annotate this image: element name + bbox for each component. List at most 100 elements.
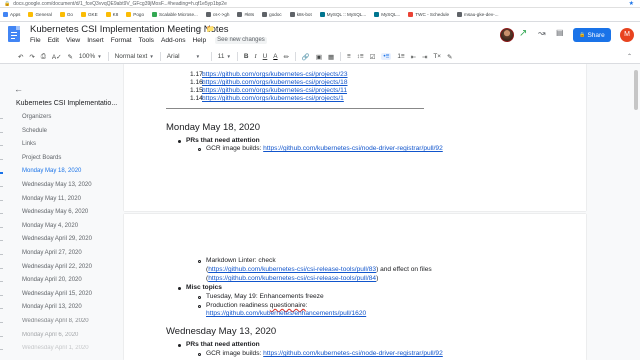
address-bar[interactable]: 🔒 docs.google.com/document/d/1_fceQ3vvqQE…: [0, 0, 640, 8]
docs-logo-icon[interactable]: [8, 26, 20, 42]
outline-item[interactable]: Wednesday May 6, 2020: [22, 209, 88, 215]
prs-label[interactable]: PRs that need attention: [186, 137, 260, 144]
edit-mode-icon[interactable]: ✎: [447, 53, 452, 61]
menu-insert[interactable]: Insert: [87, 37, 104, 44]
clear-formatting-icon[interactable]: T×: [433, 53, 441, 60]
bookmark-star-icon[interactable]: ★: [629, 0, 634, 7]
outline-item[interactable]: Monday May 11, 2020: [22, 196, 81, 202]
print-icon[interactable]: ⎙: [41, 53, 46, 61]
style-select[interactable]: Normal text ▼: [115, 53, 154, 60]
project-link[interactable]: https://github.com/orgs/kubernetes-csi/p…: [202, 87, 347, 94]
star-icon[interactable]: ☆: [196, 25, 202, 33]
linter-links-line-2[interactable]: (https://github.com/kubernetes-csi/csi-r…: [206, 275, 378, 282]
menu-tools[interactable]: Tools: [139, 37, 154, 44]
prs-label[interactable]: PRs that need attention: [186, 341, 260, 348]
outline-item[interactable]: Wednesday April 15, 2020: [22, 291, 92, 297]
menu-format[interactable]: Format: [111, 37, 132, 44]
misc-topics-label[interactable]: Misc topics: [186, 284, 222, 291]
bookmark-item[interactable]: godoc: [262, 12, 282, 17]
document-page[interactable]: 1.17: https://github.com/orgs/kubernetes…: [124, 64, 586, 211]
bookmark-item[interactable]: k8s-bot: [289, 12, 312, 17]
bookmark-item[interactable]: msau-gke-dev-...: [457, 12, 499, 17]
bookmark-item[interactable]: Go: [59, 12, 73, 17]
comment-add-icon[interactable]: ▣: [316, 53, 322, 61]
bookmark-item[interactable]: cs<->gh: [205, 12, 229, 17]
misc-item-1[interactable]: Tuesday, May 19: Enhancements freeze: [206, 293, 324, 300]
gcr-builds-item[interactable]: GCR image builds: https://github.com/kub…: [206, 145, 443, 152]
text-color-icon[interactable]: A: [273, 53, 277, 60]
project-link[interactable]: https://github.com/orgs/kubernetes-csi/p…: [202, 95, 344, 102]
move-folder-icon[interactable]: 📁: [206, 25, 215, 33]
menu-addons[interactable]: Add-ons: [161, 37, 186, 44]
comment-icon[interactable]: ▤: [556, 28, 564, 37]
bookmark-item[interactable]: Scalable Microse...: [152, 12, 198, 17]
menu-view[interactable]: View: [66, 37, 80, 44]
menu-edit[interactable]: Edit: [48, 37, 59, 44]
linter-item[interactable]: Markdown Linter: check: [206, 257, 276, 264]
italic-icon[interactable]: I: [255, 53, 257, 60]
scrollbar-thumb[interactable]: [634, 70, 638, 110]
paint-format-icon[interactable]: ✎: [67, 53, 72, 61]
bookmark-item[interactable]: TWC - Schedule: [408, 12, 449, 17]
account-avatar[interactable]: M: [620, 28, 634, 42]
font-select[interactable]: Arial ▼: [167, 53, 205, 60]
outline-item[interactable]: Links: [22, 141, 36, 147]
highlight-icon[interactable]: ✏: [284, 53, 289, 61]
project-link[interactable]: https://github.com/orgs/kubernetes-csi/p…: [202, 71, 348, 78]
bookmark-item[interactable]: Pogo: [126, 12, 144, 17]
bookmark-item[interactable]: MySQL...: [374, 12, 400, 17]
document-canvas[interactable]: 1.17: https://github.com/orgs/kubernetes…: [122, 64, 640, 360]
line-spacing-icon[interactable]: ↕≡: [357, 53, 364, 60]
outline-item[interactable]: Wednesday April 22, 2020: [22, 264, 92, 270]
outline-item[interactable]: Monday May 18, 2020: [22, 168, 81, 174]
linter-links-line[interactable]: (https://github.com/kubernetes-csi/csi-r…: [206, 266, 432, 273]
menu-help[interactable]: Help: [193, 37, 207, 44]
outline-item[interactable]: Monday April 27, 2020: [22, 250, 82, 256]
collaborator-avatar[interactable]: [500, 28, 514, 42]
align-left-icon[interactable]: ≡: [347, 53, 351, 60]
share-button[interactable]: 🔒 Share: [573, 28, 611, 42]
gcr-link[interactable]: https://github.com/kubernetes-csi/node-d…: [263, 350, 443, 357]
linter-link-2[interactable]: https://github.com/kubernetes-csi/csi-re…: [208, 275, 376, 282]
misc-item-2[interactable]: Production readiness questionaire:: [206, 302, 308, 309]
undo-icon[interactable]: ↶: [18, 53, 23, 61]
bulleted-list-icon[interactable]: •≡: [381, 53, 392, 60]
outline-item[interactable]: Wednesday April 8, 2020: [22, 318, 89, 324]
zoom-select[interactable]: 100% ▼: [79, 53, 102, 60]
bookmark-item[interactable]: #k8s: [237, 12, 254, 17]
numbered-list-icon[interactable]: 1≡: [397, 53, 404, 60]
section-heading[interactable]: Wednesday May 13, 2020: [166, 326, 276, 337]
outline-item[interactable]: Monday May 4, 2020: [22, 223, 78, 229]
outline-item[interactable]: Organizers: [22, 114, 51, 120]
see-new-changes-link[interactable]: See new changes: [215, 37, 267, 44]
outline-title[interactable]: Kubernetes CSI Implementatio...: [16, 100, 117, 107]
spellcheck-icon[interactable]: A✓: [52, 53, 62, 61]
trend-icon[interactable]: ↝: [538, 28, 546, 39]
back-arrow-icon[interactable]: ←: [14, 84, 23, 94]
outline-item[interactable]: Wednesday April 1, 2020: [22, 345, 89, 351]
bold-icon[interactable]: B: [244, 53, 249, 60]
outline-item[interactable]: Project Boards: [22, 155, 61, 161]
collapse-menus-icon[interactable]: ⌃: [627, 53, 632, 60]
section-heading[interactable]: Monday May 18, 2020: [166, 122, 260, 133]
outline-item[interactable]: Monday April 6, 2020: [22, 332, 78, 338]
font-size-select[interactable]: 11 ▼: [218, 53, 231, 60]
gcr-link[interactable]: https://github.com/kubernetes-csi/node-d…: [263, 145, 443, 152]
outline-item[interactable]: Wednesday May 13, 2020: [22, 182, 92, 188]
bookmark-item[interactable]: K8: [105, 12, 118, 17]
outline-item[interactable]: Monday April 20, 2020: [22, 277, 82, 283]
gcr-builds-item[interactable]: GCR image builds: https://github.com/kub…: [206, 350, 443, 357]
document-page[interactable]: Markdown Linter: check (https://github.c…: [124, 214, 586, 360]
outline-item[interactable]: Schedule: [22, 128, 47, 134]
link-icon[interactable]: 🔗: [302, 53, 310, 61]
linter-link-1[interactable]: https://github.com/kubernetes-csi/csi-re…: [208, 266, 376, 273]
enhancements-link[interactable]: https://github.com/kubernetes/enhancemen…: [206, 310, 366, 317]
bookmark-item[interactable]: Apps: [3, 12, 20, 17]
menu-file[interactable]: File: [30, 37, 41, 44]
increase-indent-icon[interactable]: ⇥: [422, 53, 427, 61]
checklist-icon[interactable]: ☑: [370, 53, 376, 61]
outline-item[interactable]: Wednesday April 29, 2020: [22, 236, 92, 242]
bookmark-item[interactable]: General: [28, 12, 52, 17]
bookmark-item[interactable]: MySQL :: MySQL...: [319, 12, 366, 17]
image-icon[interactable]: ▦: [328, 53, 334, 61]
